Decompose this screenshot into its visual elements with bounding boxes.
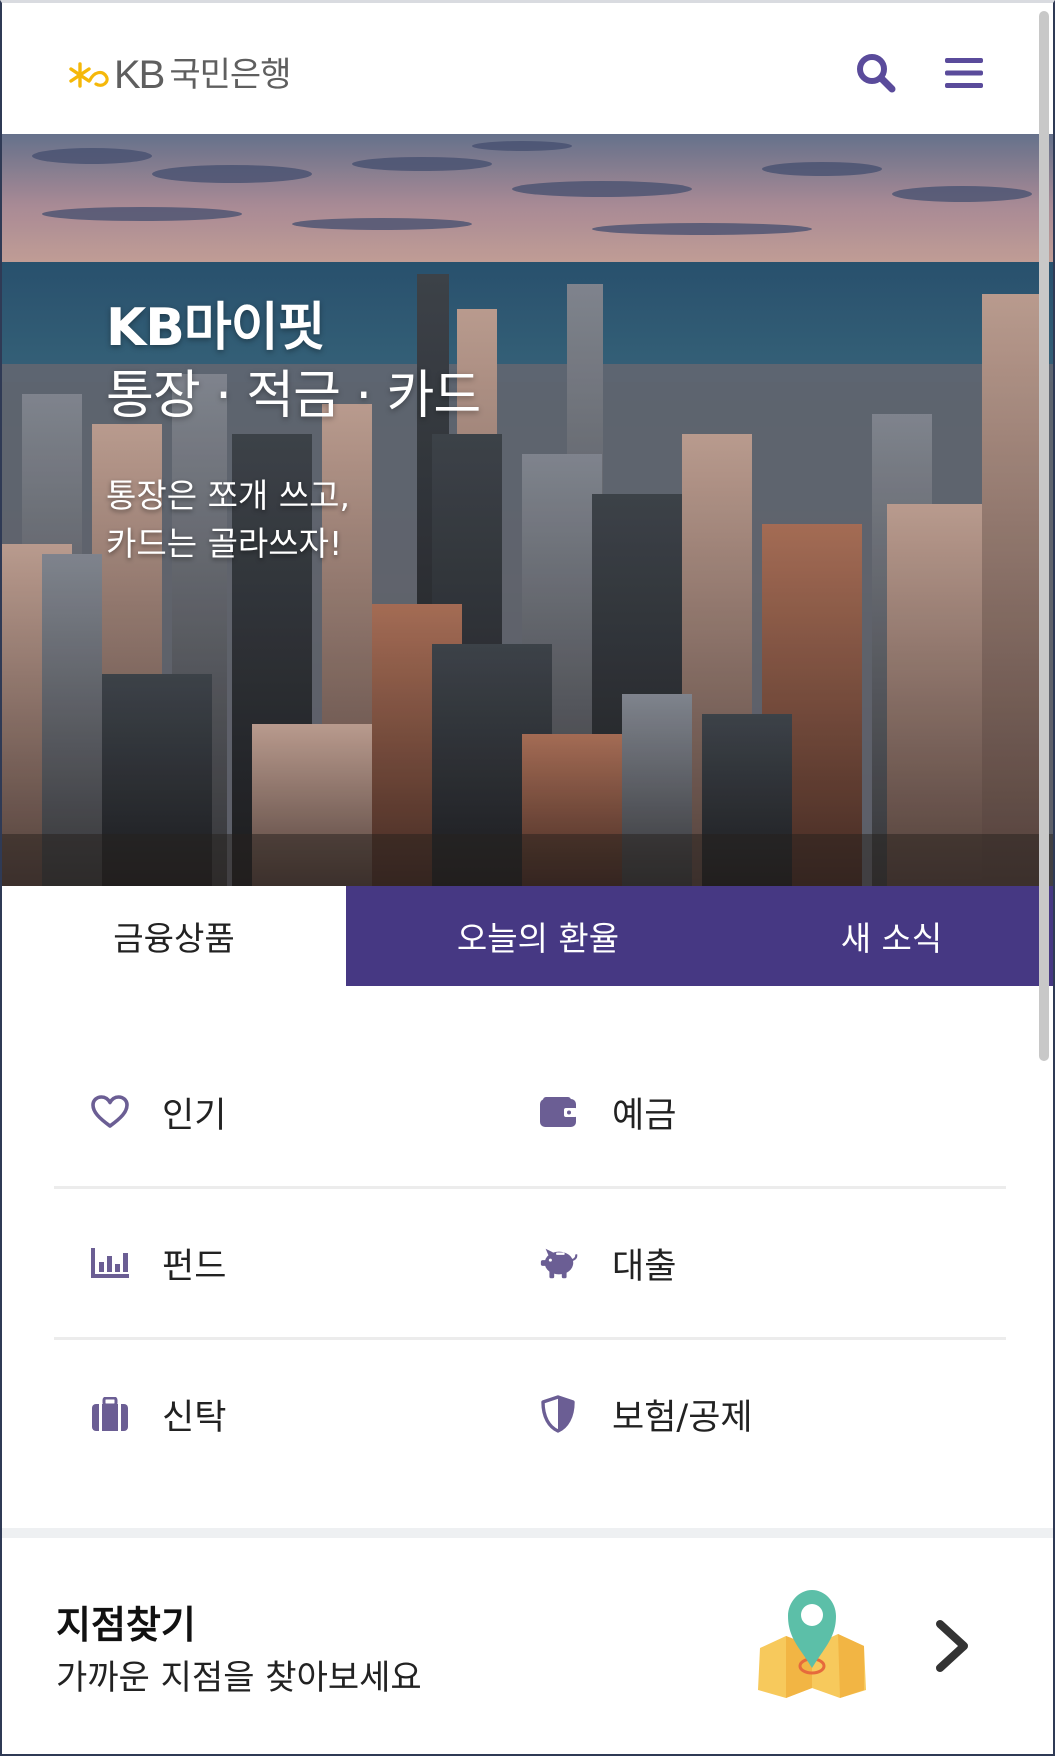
product-popular[interactable]: 인기 (54, 1038, 530, 1186)
hero-banner[interactable]: KB마이핏 통장 · 적금 · 카드 통장은 쪼개 쓰고, 카드는 골라쓰자! (2, 134, 1053, 886)
hamburger-menu-icon (945, 58, 983, 88)
tab-financial-products[interactable]: 금융상품 (2, 886, 346, 986)
briefcase-icon (90, 1394, 130, 1434)
branch-finder-title: 지점찾기 (56, 1603, 196, 1647)
vertical-scrollbar[interactable] (1039, 11, 1049, 1061)
app-frame: KB 국민은행 KB마이핏 통장 · 적금 · 카드 통장은 쪼개 쓰고, 카드… (0, 0, 1055, 1756)
product-label: 신탁 (162, 1397, 227, 1438)
tab-exchange-rate[interactable]: 오늘의 환율 (346, 886, 730, 986)
hero-title-line2: 통장 · 적금 · 카드 (106, 366, 481, 426)
menu-button[interactable] (940, 49, 988, 97)
hero-title: KB마이핏 통장 · 적금 · 카드 (106, 294, 481, 430)
product-label: 인기 (162, 1095, 227, 1136)
product-row: 신탁 보험/공제 (54, 1340, 1006, 1488)
bar-chart-icon (90, 1243, 130, 1283)
tab-news[interactable]: 새 소식 (730, 886, 1053, 986)
product-label: 대출 (612, 1246, 677, 1287)
product-label: 예금 (612, 1095, 677, 1136)
map-pin-icon (758, 1590, 866, 1698)
tab-bar: 금융상품 오늘의 환율 새 소식 (2, 886, 1053, 986)
hero-title-line1: KB마이핏 (106, 298, 325, 358)
section-divider (2, 1528, 1053, 1538)
hero-subtitle-line1: 통장은 쪼개 쓰고, (106, 476, 350, 515)
shield-icon (538, 1394, 578, 1434)
product-row: 인기 예금 (54, 1038, 1006, 1189)
wallet-icon (538, 1092, 578, 1132)
branch-finder-subtitle: 가까운 지점을 찾아보세요 (56, 1658, 422, 1698)
product-insurance[interactable]: 보험/공제 (530, 1340, 1006, 1488)
product-label: 펀드 (162, 1246, 227, 1287)
chevron-right-icon[interactable] (932, 1618, 972, 1674)
product-fund[interactable]: 펀드 (54, 1189, 530, 1337)
logo-bank-name: 국민은행 (169, 55, 291, 95)
search-button[interactable] (852, 49, 900, 97)
piggy-bank-icon (538, 1243, 578, 1283)
product-row: 펀드 대출 (54, 1189, 1006, 1340)
heart-icon (90, 1092, 130, 1132)
product-trust[interactable]: 신탁 (54, 1340, 530, 1488)
product-grid: 인기 예금 펀드 대출 신탁 보험/공제 (54, 1038, 1006, 1488)
product-deposit[interactable]: 예금 (530, 1038, 1006, 1186)
search-icon (857, 54, 896, 93)
hero-subtitle: 통장은 쪼개 쓰고, 카드는 골라쓰자! (106, 472, 350, 568)
branch-finder-card[interactable]: 지점찾기 가까운 지점을 찾아보세요 (2, 1538, 1053, 1754)
logo-kb-text: KB (114, 53, 165, 97)
product-loan[interactable]: 대출 (530, 1189, 1006, 1337)
product-label: 보험/공제 (612, 1397, 753, 1438)
kb-star-icon (69, 62, 109, 88)
hero-subtitle-line2: 카드는 골라쓰자! (106, 524, 343, 563)
kb-logo[interactable]: KB 국민은행 (68, 53, 291, 97)
header: KB 국민은행 (2, 3, 1053, 134)
